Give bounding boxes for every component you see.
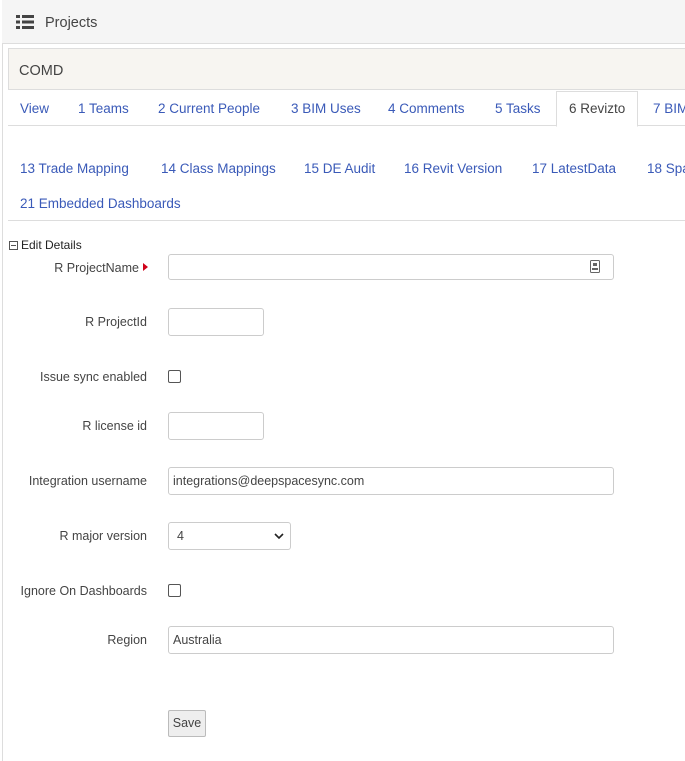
major-version-select[interactable]: 4 [168, 522, 291, 550]
integration-username-label: Integration username [28, 474, 147, 488]
edit-details-legend[interactable]: Edit Details [9, 238, 82, 252]
project-name-label: R ProjectName [54, 261, 139, 275]
tab-bim-uses[interactable]: 3 BIM Uses [291, 101, 361, 116]
license-id-input[interactable] [168, 412, 264, 440]
list-icon [16, 15, 34, 29]
tab-revizto[interactable]: 6 Revizto [556, 91, 639, 127]
tab-class-mappings[interactable]: 14 Class Mappings [161, 161, 276, 176]
required-marker-icon [143, 263, 148, 271]
collapse-icon[interactable] [9, 240, 18, 250]
region-label: Region [107, 633, 147, 647]
tab-latest-data[interactable]: 17 LatestData [532, 161, 616, 176]
panel-title: COMD [19, 63, 64, 79]
ignore-dashboards-label: Ignore On Dashboards [20, 584, 147, 598]
contact-card-icon[interactable] [590, 260, 600, 273]
project-name-input[interactable] [168, 254, 614, 280]
tab-view[interactable]: View [20, 101, 49, 116]
tab-tasks[interactable]: 5 Tasks [495, 101, 541, 116]
license-id-label: R license id [82, 419, 147, 433]
tab-trade-mapping[interactable]: 13 Trade Mapping [20, 161, 129, 176]
issue-sync-label: Issue sync enabled [39, 370, 147, 384]
project-id-input[interactable] [168, 308, 264, 336]
tab-comments[interactable]: 4 Comments [388, 101, 465, 116]
tab-divider [638, 125, 685, 126]
panel-header: COMD [8, 48, 685, 90]
tab-bim[interactable]: 7 BIM [653, 101, 685, 116]
issue-sync-checkbox[interactable] [168, 370, 181, 383]
ignore-dashboards-checkbox[interactable] [168, 584, 181, 597]
region-input[interactable]: Australia [168, 626, 614, 654]
major-version-value: 4 [177, 529, 184, 543]
legend-label: Edit Details [21, 238, 82, 252]
tab-teams[interactable]: 1 Teams [78, 101, 129, 116]
chevron-down-icon [274, 533, 284, 540]
major-version-label: R major version [59, 529, 147, 543]
top-bar: Projects [2, 0, 685, 44]
integration-username-input[interactable]: integrations@deepspacesync.com [168, 467, 614, 495]
project-id-label: R ProjectId [85, 315, 147, 329]
tab-revit-version[interactable]: 16 Revit Version [404, 161, 502, 176]
tab-current-people[interactable]: 2 Current People [158, 101, 260, 116]
tab-spa[interactable]: 18 Spa [647, 161, 685, 176]
tab-embedded-dashboards[interactable]: 21 Embedded Dashboards [20, 196, 181, 211]
tab-bottom-divider [8, 220, 685, 221]
tab-divider [8, 125, 556, 126]
tab-de-audit[interactable]: 15 DE Audit [304, 161, 375, 176]
page-title: Projects [45, 15, 98, 31]
save-button[interactable]: Save [168, 710, 206, 737]
